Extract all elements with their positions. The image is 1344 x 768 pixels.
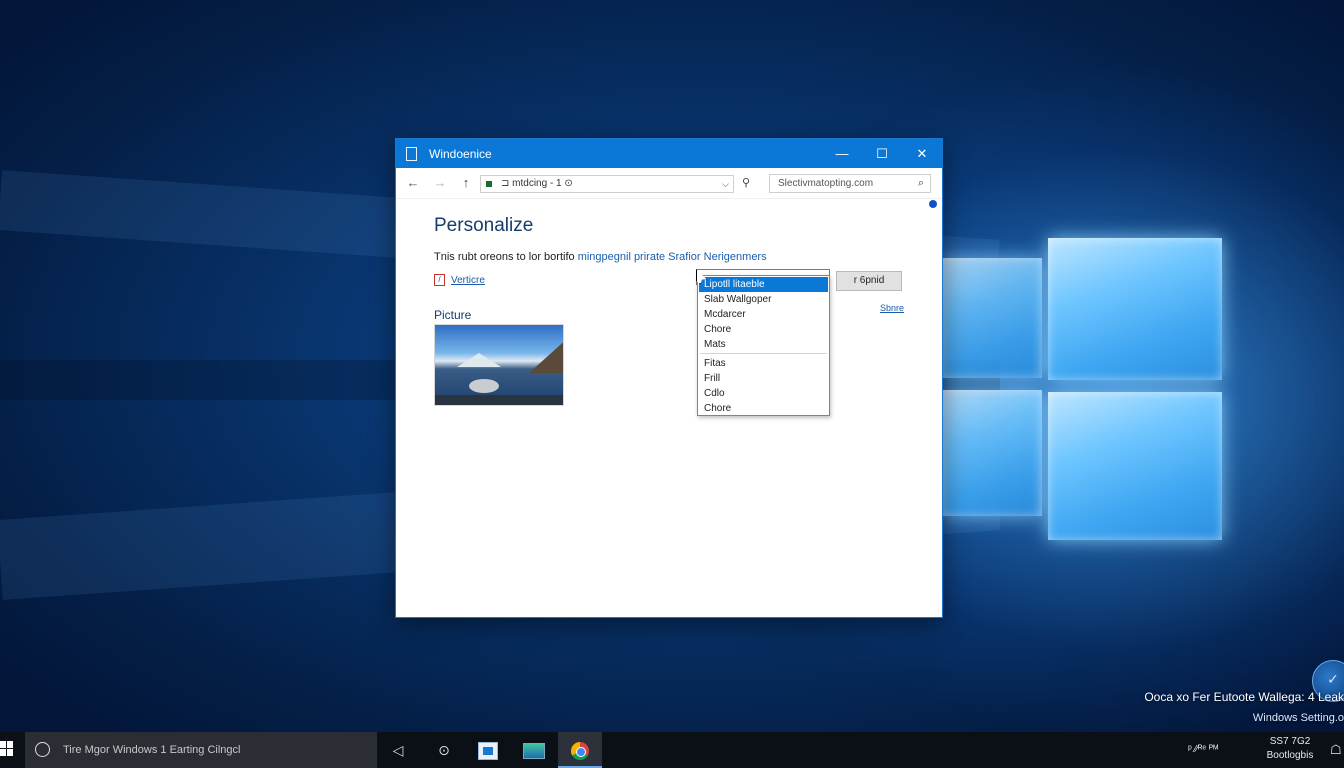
search-input[interactable]: Slectivmatopting.com ⌕: [769, 174, 931, 193]
start-icon[interactable]: [0, 741, 14, 757]
taskbar-search[interactable]: Tire Mgor Windows 1 Earting Cilngcl: [25, 732, 377, 768]
taskbar-search-text: Tire Mgor Windows 1 Earting Cilngcl: [63, 744, 241, 756]
logo-pane: [942, 258, 1042, 378]
chrome-icon[interactable]: [558, 732, 602, 768]
wallpaper-thumbnail[interactable]: [434, 324, 564, 406]
dropdown-item[interactable]: Mats: [698, 337, 829, 352]
cortana-icon[interactable]: ⊙: [422, 732, 466, 768]
picture-section-label: Picture: [434, 308, 472, 322]
chevron-down-icon[interactable]: ⌵: [722, 176, 729, 192]
app-icon: [406, 147, 417, 161]
notification-center-icon[interactable]: ☖: [1330, 732, 1342, 768]
dropdown-item[interactable]: Frill: [698, 371, 829, 386]
logo-pane: [1048, 238, 1222, 380]
thumb-mountain: [529, 337, 563, 373]
dropdown-item[interactable]: Chore: [698, 322, 829, 337]
logo-pane: [942, 390, 1042, 516]
maximize-button[interactable]: ☐: [862, 139, 902, 168]
page-description: Tnis rubt oreons to lor bortifo mingpegn…: [434, 251, 767, 263]
search-icon[interactable]: ⌕: [918, 175, 924, 192]
up-arrow-icon[interactable]: ↑: [457, 175, 475, 191]
dropdown-item[interactable]: Chore: [698, 401, 829, 416]
desktop-subcaption: Windows Setting.o: [1252, 712, 1344, 724]
page-title: Personalize: [434, 215, 534, 236]
dropdown-item[interactable]: Fitas: [698, 356, 829, 371]
task-view-icon[interactable]: ◁: [376, 732, 420, 768]
forward-arrow-icon[interactable]: →: [431, 175, 449, 191]
minimize-button[interactable]: —: [822, 139, 862, 168]
small-link[interactable]: Sbnre: [880, 303, 904, 313]
search-placeholder: Slectivmatopting.com: [778, 178, 874, 189]
fit-dropdown-list[interactable]: Lipotll litaeble Slab Wallgoper Mcdarcer…: [697, 275, 830, 416]
thumb-rock: [469, 379, 499, 393]
dropdown-item[interactable]: Cdlo: [698, 386, 829, 401]
cortana-icon: [35, 742, 50, 757]
taskbar-clock[interactable]: SS7 7G2 Bootlogbis: [1262, 735, 1318, 763]
title-bar[interactable]: Windoenice — ☐ ✕: [396, 139, 942, 168]
thumb-shore: [435, 395, 563, 405]
clock-date: Bootlogbis: [1266, 750, 1314, 761]
dropdown-separator: [700, 353, 827, 354]
checkbox-icon[interactable]: /: [434, 274, 445, 286]
store-icon[interactable]: [466, 732, 510, 768]
location-icon: [486, 181, 492, 187]
window-title: Windoenice: [429, 147, 492, 161]
status-dot: [929, 200, 937, 208]
address-bar[interactable]: ⊐ mtdcing - 1 ⊙ ⌵: [480, 175, 734, 193]
desktop-caption: Ooca xo Fer Eutoote Wallega: 4 Leak: [1144, 690, 1344, 704]
clock-time: SS7 7G2: [1269, 736, 1311, 747]
close-button[interactable]: ✕: [902, 139, 942, 168]
dropdown-item[interactable]: Slab Wallgoper: [698, 292, 829, 307]
settings-window: Windoenice — ☐ ✕ ← → ↑ ⊐ mtdcing - 1 ⊙ ⌵…: [395, 138, 943, 618]
navigation-bar: ← → ↑ ⊐ mtdcing - 1 ⊙ ⌵ ⚲ Slectivmatopti…: [396, 168, 942, 199]
tray-icons[interactable]: ᵖ ⁄⁄ᴿᵉ ᴾᴹ: [1188, 732, 1218, 768]
back-arrow-icon[interactable]: ←: [404, 175, 422, 191]
dropdown-item[interactable]: Lipotll litaeble: [699, 277, 828, 292]
monitor-app-icon[interactable]: [512, 732, 556, 768]
pin-icon[interactable]: ⚲: [738, 175, 754, 191]
address-text: ⊐ mtdcing - 1 ⊙: [501, 178, 573, 189]
background-row: / Verticre: [434, 274, 485, 286]
taskbar: Tire Mgor Windows 1 Earting Cilngcl ◁ ⊙ …: [0, 732, 1344, 768]
logo-pane: [1048, 392, 1222, 540]
background-link[interactable]: Verticre: [451, 275, 485, 286]
windows-logo-graphic: [942, 228, 1224, 544]
thumb-snow-peak: [457, 353, 501, 367]
dropdown-item[interactable]: Mcdarcer: [698, 307, 829, 322]
description-link[interactable]: mingpegnil prirate Srafior Nerigenmers: [578, 251, 767, 263]
description-text: Tnis rubt oreons to lor bortifo: [434, 251, 578, 263]
fit-button[interactable]: r 6pnid: [836, 271, 902, 291]
